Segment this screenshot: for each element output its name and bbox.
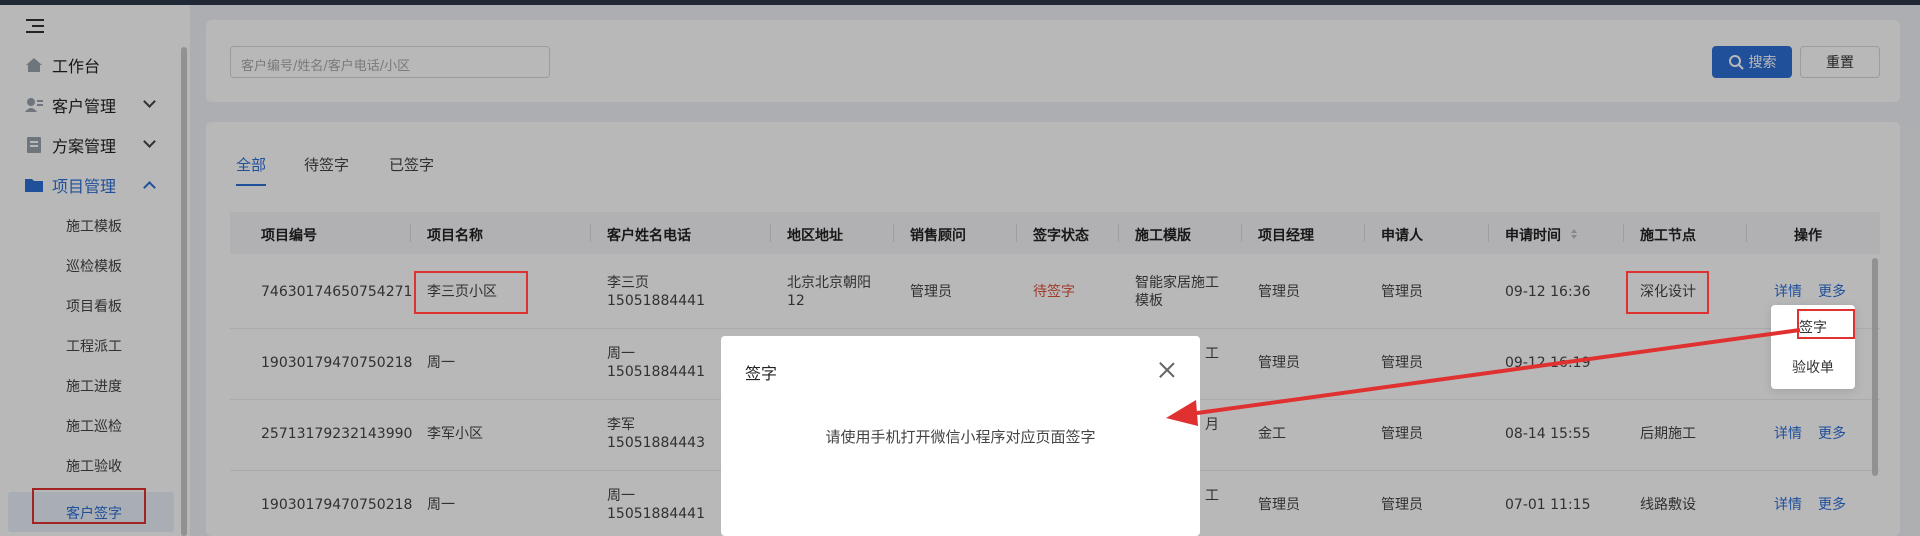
annotation-arrow bbox=[1166, 328, 1801, 426]
